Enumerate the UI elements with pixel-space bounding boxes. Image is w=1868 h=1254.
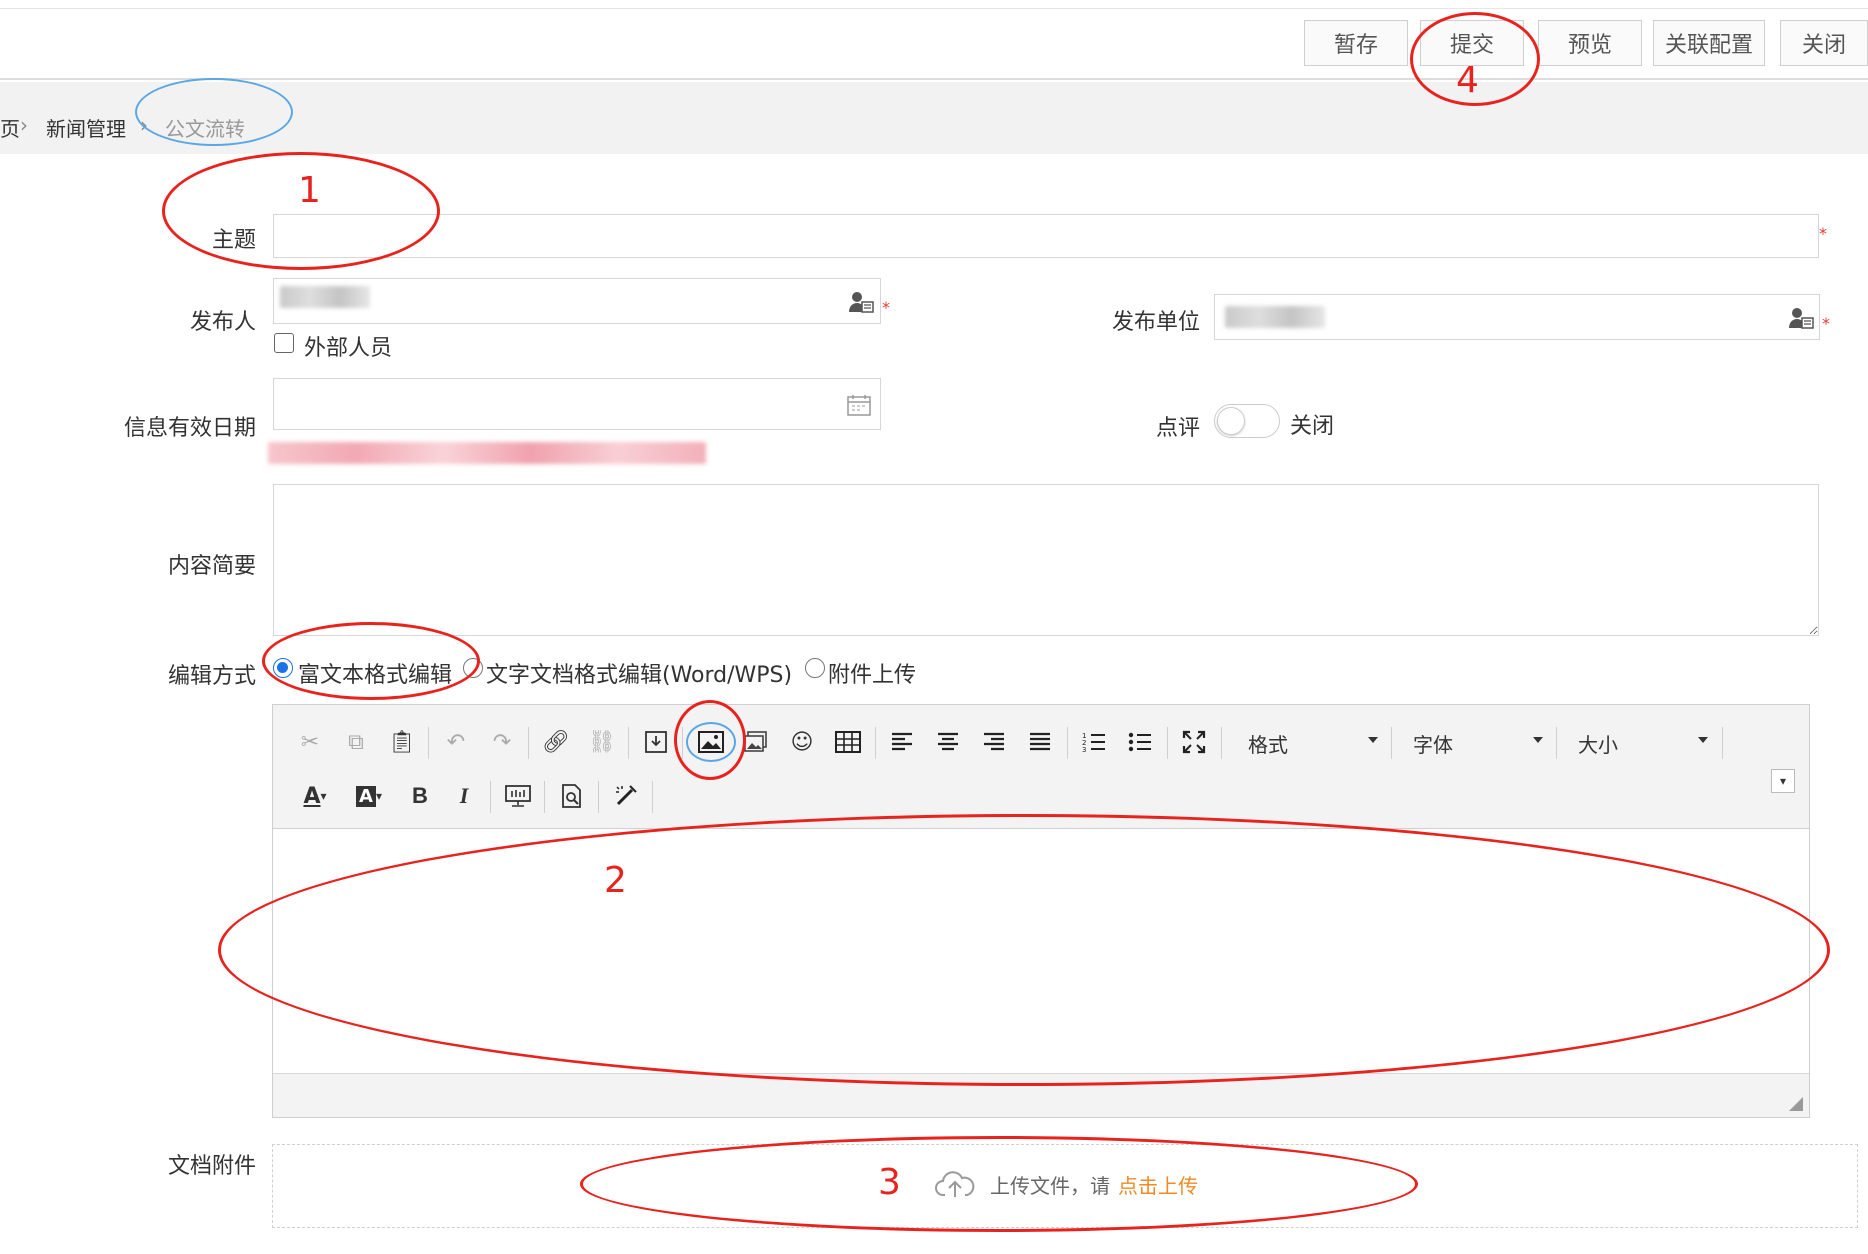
- summary-textarea[interactable]: [273, 484, 1819, 636]
- save-draft-button[interactable]: 暂存: [1304, 20, 1408, 66]
- breadcrumb-separator: ›: [140, 113, 148, 137]
- annotation-number-1: 1: [298, 170, 321, 211]
- source-code-icon[interactable]: [501, 779, 535, 813]
- breadcrumb-separator: ›: [20, 113, 28, 137]
- unlink-icon[interactable]: ⛓: [585, 725, 619, 759]
- valid-date-input[interactable]: [273, 378, 881, 430]
- validation-message-redacted: [268, 442, 706, 464]
- image-icon[interactable]: [694, 725, 728, 759]
- required-marker: *: [1819, 224, 1827, 243]
- publisher-redacted: [280, 286, 370, 308]
- copy-icon[interactable]: ⧉: [339, 725, 373, 759]
- upload-hint: 上传文件，请: [990, 1174, 1110, 1198]
- paste-icon[interactable]: 📋︎: [385, 725, 419, 759]
- word-doc-option: 文字文档格式编辑(Word/WPS): [486, 663, 793, 688]
- comment-toggle[interactable]: [1214, 404, 1280, 438]
- close-button[interactable]: 关闭: [1780, 20, 1868, 66]
- comment-toggle-state: 关闭: [1290, 414, 1335, 439]
- attachment-label: 文档附件: [167, 1154, 256, 1179]
- bold-icon[interactable]: B: [403, 779, 437, 813]
- calendar-icon[interactable]: [846, 392, 872, 418]
- subject-input[interactable]: [273, 214, 1819, 258]
- clear-format-icon[interactable]: [609, 779, 643, 813]
- user-picker-icon[interactable]: [846, 288, 876, 316]
- align-right-icon[interactable]: [977, 725, 1011, 759]
- font-color-icon[interactable]: A ▾: [293, 779, 337, 813]
- link-config-button[interactable]: 关联配置: [1653, 20, 1765, 66]
- rich-text-option: 富文本格式编辑: [298, 663, 453, 688]
- editor-toolbar: ✂ ⧉ 📋︎ ↶ ↷ 🔗︎ ⛓ ☺ 1 2 3 格式 字体 大小 ▾ A ▾ A…: [273, 705, 1809, 829]
- preview-icon[interactable]: [555, 779, 589, 813]
- annotation-number-2: 2: [604, 860, 627, 901]
- resize-handle-icon[interactable]: [1789, 1097, 1803, 1111]
- align-center-icon[interactable]: [931, 725, 965, 759]
- subject-label: 主题: [211, 228, 256, 253]
- preview-button[interactable]: 预览: [1538, 20, 1642, 66]
- editor-content-area[interactable]: [273, 829, 1809, 1075]
- bullet-list-icon[interactable]: [1123, 725, 1157, 759]
- annotation-number-4: 4: [1456, 60, 1479, 101]
- svg-text:3: 3: [1082, 746, 1086, 753]
- cut-icon[interactable]: ✂: [293, 725, 327, 759]
- insert-file-icon[interactable]: [639, 725, 673, 759]
- comment-label: 点评: [1155, 416, 1200, 441]
- top-divider: [0, 8, 1868, 9]
- image-gallery-icon[interactable]: [739, 725, 773, 759]
- italic-icon[interactable]: I: [447, 779, 481, 813]
- cloud-upload-icon: [934, 1168, 976, 1200]
- toolbar-expand-icon[interactable]: ▾: [1771, 769, 1795, 793]
- undo-icon[interactable]: ↶: [439, 725, 473, 759]
- link-icon[interactable]: 🔗︎: [539, 725, 573, 759]
- breadcrumb: [0, 82, 1868, 154]
- rich-text-editor: ✂ ⧉ 📋︎ ↶ ↷ 🔗︎ ⛓ ☺ 1 2 3 格式 字体 大小 ▾ A ▾ A…: [272, 704, 1810, 1118]
- publish-unit-redacted: [1225, 306, 1325, 328]
- rich-text-radio[interactable]: [273, 658, 293, 678]
- breadcrumb-news-management[interactable]: 新闻管理: [46, 113, 126, 142]
- word-doc-radio[interactable]: [463, 658, 483, 678]
- size-dropdown[interactable]: 大小: [1578, 725, 1708, 761]
- required-marker: *: [882, 298, 890, 317]
- annotation-number-3: 3: [878, 1162, 901, 1203]
- edit-mode-label: 编辑方式: [167, 664, 256, 689]
- click-upload-link[interactable]: 点击上传: [1118, 1170, 1198, 1199]
- publisher-label: 发布人: [189, 310, 256, 335]
- font-dropdown[interactable]: 字体: [1413, 725, 1543, 761]
- attachment-upload-radio[interactable]: [805, 658, 825, 678]
- ordered-list-icon[interactable]: 123: [1077, 725, 1111, 759]
- external-person-label: 外部人员: [304, 336, 393, 361]
- valid-date-label: 信息有效日期: [123, 416, 256, 441]
- format-dropdown[interactable]: 格式: [1248, 725, 1378, 761]
- redo-icon[interactable]: ↷: [485, 725, 519, 759]
- summary-label: 内容简要: [167, 554, 256, 579]
- background-color-icon[interactable]: A ▾: [347, 779, 391, 813]
- fullscreen-icon[interactable]: [1177, 725, 1211, 759]
- breadcrumb-home[interactable]: 页: [0, 113, 20, 142]
- required-marker: *: [1822, 314, 1830, 333]
- breadcrumb-current: 公文流转: [165, 117, 245, 141]
- align-justify-icon[interactable]: [1023, 725, 1057, 759]
- align-left-icon[interactable]: [885, 725, 919, 759]
- editor-statusbar: [273, 1073, 1809, 1117]
- external-person-checkbox[interactable]: [274, 333, 294, 353]
- attachment-upload-option: 附件上传: [828, 663, 917, 688]
- emoji-icon[interactable]: ☺: [785, 725, 819, 759]
- publish-unit-label: 发布单位: [1111, 310, 1200, 335]
- table-icon[interactable]: [831, 725, 865, 759]
- user-picker-icon[interactable]: [1786, 304, 1816, 332]
